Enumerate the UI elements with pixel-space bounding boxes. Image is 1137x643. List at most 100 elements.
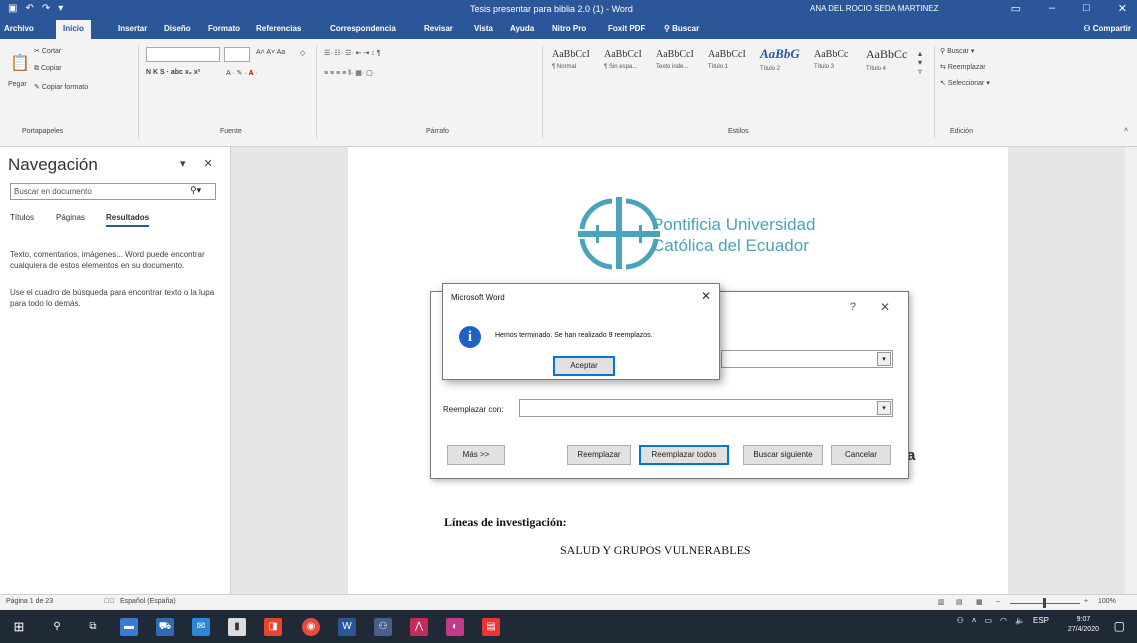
find-what-input[interactable]: ▾ [721,350,893,368]
font-name-select[interactable] [146,47,220,62]
style-normal[interactable]: AaBbCcI ¶ Normal [552,49,602,85]
paste-button[interactable]: Pegar [8,81,27,88]
style-heading-4[interactable]: AaBbCc Título 4 [866,47,916,83]
network-icon[interactable]: ◠ [1000,616,1007,625]
notepad-icon[interactable]: ▮ [228,618,246,636]
customize-qat-icon[interactable]: ▾ [58,3,63,14]
zoom-in-icon[interactable]: + [1084,598,1088,605]
people-tray-icon[interactable]: ⚇ [957,616,964,625]
mail-icon[interactable]: ✉ [192,618,210,636]
style-heading-3[interactable]: AaBbCc Título 3 [814,49,864,85]
font-format-buttons[interactable]: N K S · abc x₂ x² [146,69,200,76]
task-view-icon[interactable]: ⧉ [84,618,102,636]
align-icons[interactable]: ≡ ≡ ≡ ≡ ‖· ▦· ▢· [324,69,375,77]
tab-foxit-pdf[interactable]: Foxit PDF [608,24,645,33]
close-icon[interactable]: ✕ [880,300,890,314]
paint-icon[interactable]: ◐ [446,618,464,636]
find-next-button[interactable]: Buscar siguiente [743,445,823,465]
taskbar-clock[interactable]: 9:07 27/4/2020 [1068,615,1099,635]
language-status[interactable]: Español (España) [120,598,176,605]
web-layout-icon[interactable]: ▦ [976,598,983,606]
word-icon[interactable]: W [338,618,356,636]
collapse-ribbon-icon[interactable]: ˄ [1124,127,1128,134]
tab-revisar[interactable]: Revisar [424,24,453,33]
replace-all-button[interactable]: Reemplazar todos [639,445,729,465]
tab-correspondencia[interactable]: Correspondencia [330,24,396,33]
tab-inicio[interactable]: Inicio [56,20,91,39]
nav-tab-headings[interactable]: Títulos [10,213,34,222]
zoom-level[interactable]: 100% [1098,598,1116,605]
nav-tab-results[interactable]: Resultados [106,213,150,227]
paste-icon[interactable]: 📋 [10,53,30,73]
undo-icon[interactable]: ↶ [25,3,33,14]
read-mode-icon[interactable]: ▥ [938,598,945,606]
minimize-icon[interactable]: – [1049,2,1055,15]
tab-nitro-pro[interactable]: Nitro Pro [552,24,586,33]
close-window-icon[interactable]: ✕ [1118,2,1127,15]
zoom-out-icon[interactable]: – [996,598,1000,605]
chrome-icon[interactable]: ◉ [302,618,320,636]
show-hidden-icon[interactable]: ˄ [972,616,977,625]
style-indented-text[interactable]: AaBbCcI Texto inde... [656,49,706,85]
nav-options-icon[interactable]: ▾ [180,157,186,170]
format-painter-button[interactable]: ✎ Copiar formato [34,83,88,91]
help-icon[interactable]: ? [850,301,856,313]
replace-with-input[interactable]: ▾ [519,399,893,417]
style-heading-2[interactable]: AaBbG Título 2 [760,46,810,82]
save-icon[interactable]: ▣ [8,3,17,14]
share-button[interactable]: ⚇ Compartir [1083,24,1131,33]
text-effects-icon[interactable]: A · ✎ · A · [226,69,258,77]
chevron-down-icon[interactable]: ▾ [877,352,891,366]
app-icon[interactable]: ⋀ [410,618,428,636]
copy-button[interactable]: ⧉ Copiar [34,65,62,73]
user-name[interactable]: ANA DEL ROCIO SEDA MARTINEZ [810,4,938,13]
select-button[interactable]: ↖ Seleccionar ▾ [940,79,990,87]
clear-format-icon[interactable]: ◇ [300,49,305,57]
cut-button[interactable]: ✂ Cortar [34,47,61,55]
store-icon[interactable]: ⛟ [156,618,174,636]
grow-font-icon[interactable]: A˄ A˅ Aa [256,49,285,56]
battery-icon[interactable]: ▭ [984,616,992,625]
styles-scroll-icon[interactable]: ▴ ▾ ▿ [918,49,922,76]
replace-button[interactable]: ⇆ Reemplazar [940,63,986,71]
windows-start-icon[interactable]: ⊞ [10,618,28,636]
nav-tab-pages[interactable]: Páginas [56,213,85,222]
bullets-icon[interactable]: ☰· ☷· ☲· ⇤ ⇥ ↕ ¶ [324,49,380,57]
page-count[interactable]: Página 1 de 23 [6,598,53,605]
redo-icon[interactable]: ↷ [42,3,50,14]
notification-icon[interactable]: ▢ [1114,619,1125,633]
search-icon[interactable]: ⚲▾ [190,185,201,196]
tab-vista[interactable]: Vista [474,24,493,33]
vertical-scrollbar[interactable] [1125,147,1137,594]
font-size-select[interactable] [224,47,250,62]
style-heading-1[interactable]: AaBbCcI Título 1 [708,49,758,85]
pdf-icon[interactable]: ▤ [482,618,500,636]
style-no-spacing[interactable]: AaBbCcI ¶ Sin espa... [604,49,654,85]
close-icon[interactable]: ✕ [701,289,711,303]
replace-once-button[interactable]: Reemplazar [567,445,631,465]
file-explorer-icon[interactable]: ▬ [120,618,138,636]
people-icon[interactable]: ⚇ [374,618,392,636]
tab-referencias[interactable]: Referencias [256,24,301,33]
proofing-icon[interactable]: ▢⃝ [104,598,115,605]
tab-formato[interactable]: Formato [208,24,240,33]
zoom-slider-thumb[interactable] [1043,598,1046,608]
volume-icon[interactable]: 🔈 [1015,616,1025,625]
more-button[interactable]: Más >> [447,445,505,465]
office-icon[interactable]: ◨ [264,618,282,636]
input-language[interactable]: ESP [1033,616,1049,625]
tab-ayuda[interactable]: Ayuda [510,24,534,33]
chevron-down-icon[interactable]: ▾ [877,401,891,415]
tab-insertar[interactable]: Insertar [118,24,147,33]
find-button[interactable]: ⚲ Buscar ▾ [940,47,974,55]
tab-buscar[interactable]: ⚲ Buscar [664,24,699,33]
cancel-button[interactable]: Cancelar [831,445,891,465]
nav-close-icon[interactable]: ✕ [204,157,213,170]
ribbon-display-icon[interactable]: ▭ [1011,2,1021,15]
search-icon[interactable]: ⚲ [48,618,66,636]
tab-archivo[interactable]: Archivo [4,24,34,33]
print-layout-icon[interactable]: ▤ [956,598,963,606]
maximize-icon[interactable]: □ [1083,2,1090,15]
tab-diseno[interactable]: Diseño [164,24,191,33]
ok-button[interactable]: Aceptar [553,356,615,376]
